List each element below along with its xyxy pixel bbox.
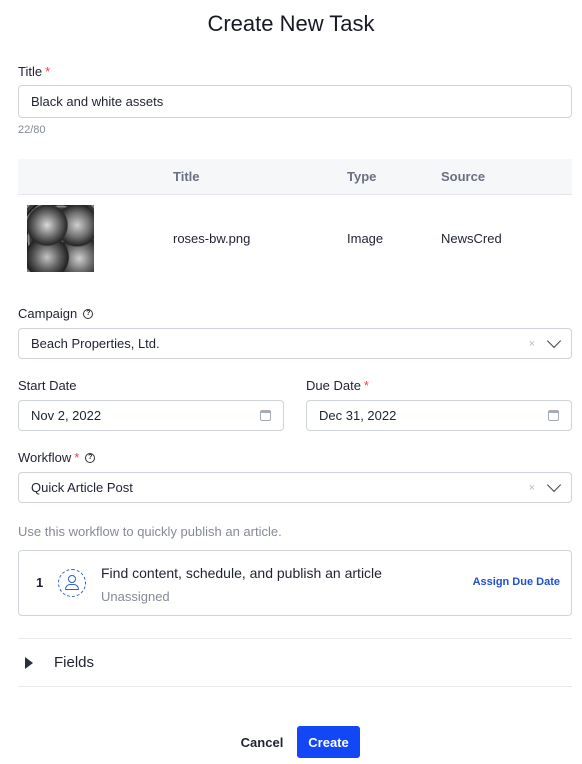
col-type: Type bbox=[347, 169, 377, 184]
due-date-label: Due Date * bbox=[306, 378, 369, 393]
asset-title: roses-bw.png bbox=[173, 231, 251, 246]
col-source: Source bbox=[441, 169, 486, 184]
campaign-label-text: Campaign bbox=[18, 306, 78, 321]
col-title: Title bbox=[173, 169, 200, 184]
workflow-label: Workflow *? bbox=[18, 450, 96, 465]
assets-table-header: Title Type Source bbox=[18, 159, 572, 195]
modal-title: Create New Task bbox=[207, 11, 375, 36]
create-button[interactable]: Create bbox=[297, 726, 360, 758]
asset-thumbnail[interactable] bbox=[27, 205, 94, 272]
step-title: Find content, schedule, and publish an a… bbox=[101, 565, 382, 581]
required-asterisk: * bbox=[45, 64, 51, 79]
due-date-label-text: Due Date bbox=[306, 378, 361, 393]
fields-section-toggle[interactable]: Fields bbox=[18, 638, 572, 687]
start-date-label: Start Date bbox=[18, 378, 77, 393]
fields-label: Fields bbox=[54, 654, 95, 671]
user-dashed-icon[interactable] bbox=[58, 569, 86, 597]
start-date-label-text: Start Date bbox=[18, 378, 77, 393]
campaign-select[interactable]: Beach Properties, Ltd. × bbox=[18, 328, 572, 359]
clear-icon[interactable]: × bbox=[529, 482, 535, 494]
assign-due-date-link[interactable]: Assign Due Date bbox=[473, 576, 560, 588]
start-date-input[interactable]: Nov 2, 2022 bbox=[18, 400, 284, 431]
required-asterisk: * bbox=[363, 378, 369, 393]
cancel-button[interactable]: Cancel bbox=[232, 730, 292, 754]
workflow-step-card: 1 Find content, schedule, and publish an… bbox=[18, 550, 572, 616]
step-number: 1 bbox=[36, 575, 44, 590]
campaign-label: Campaign? bbox=[18, 306, 94, 321]
chevron-down-icon[interactable] bbox=[546, 333, 562, 349]
chevron-down-icon[interactable] bbox=[546, 477, 562, 493]
help-circle-icon[interactable]: ? bbox=[83, 308, 94, 319]
calendar-icon[interactable] bbox=[260, 410, 271, 421]
calendar-icon[interactable] bbox=[548, 410, 559, 421]
asset-source: NewsCred bbox=[441, 231, 502, 246]
title-input[interactable]: Black and white assets bbox=[18, 85, 572, 118]
table-row[interactable]: roses-bw.png Image NewsCred bbox=[18, 195, 572, 281]
workflow-description: Use this workflow to quickly publish an … bbox=[18, 524, 282, 539]
start-date-value: Nov 2, 2022 bbox=[31, 408, 102, 423]
step-assignee: Unassigned bbox=[101, 589, 170, 604]
help-circle-icon[interactable]: ? bbox=[85, 452, 96, 463]
due-date-value: Dec 31, 2022 bbox=[319, 408, 397, 423]
clear-icon[interactable]: × bbox=[529, 338, 535, 350]
campaign-select-value: Beach Properties, Ltd. bbox=[31, 336, 160, 351]
title-label-text: Title bbox=[18, 64, 43, 79]
workflow-select-value: Quick Article Post bbox=[31, 480, 133, 495]
workflow-select[interactable]: Quick Article Post × bbox=[18, 472, 572, 503]
asset-type: Image bbox=[347, 231, 384, 246]
due-date-input[interactable]: Dec 31, 2022 bbox=[306, 400, 572, 431]
title-label: Title * bbox=[18, 64, 50, 79]
caret-right-icon[interactable] bbox=[25, 657, 33, 669]
title-input-value[interactable]: Black and white assets bbox=[19, 94, 571, 109]
workflow-label-text: Workflow bbox=[18, 450, 72, 465]
title-char-counter: 22/80 bbox=[18, 124, 46, 136]
required-asterisk: * bbox=[74, 450, 80, 465]
